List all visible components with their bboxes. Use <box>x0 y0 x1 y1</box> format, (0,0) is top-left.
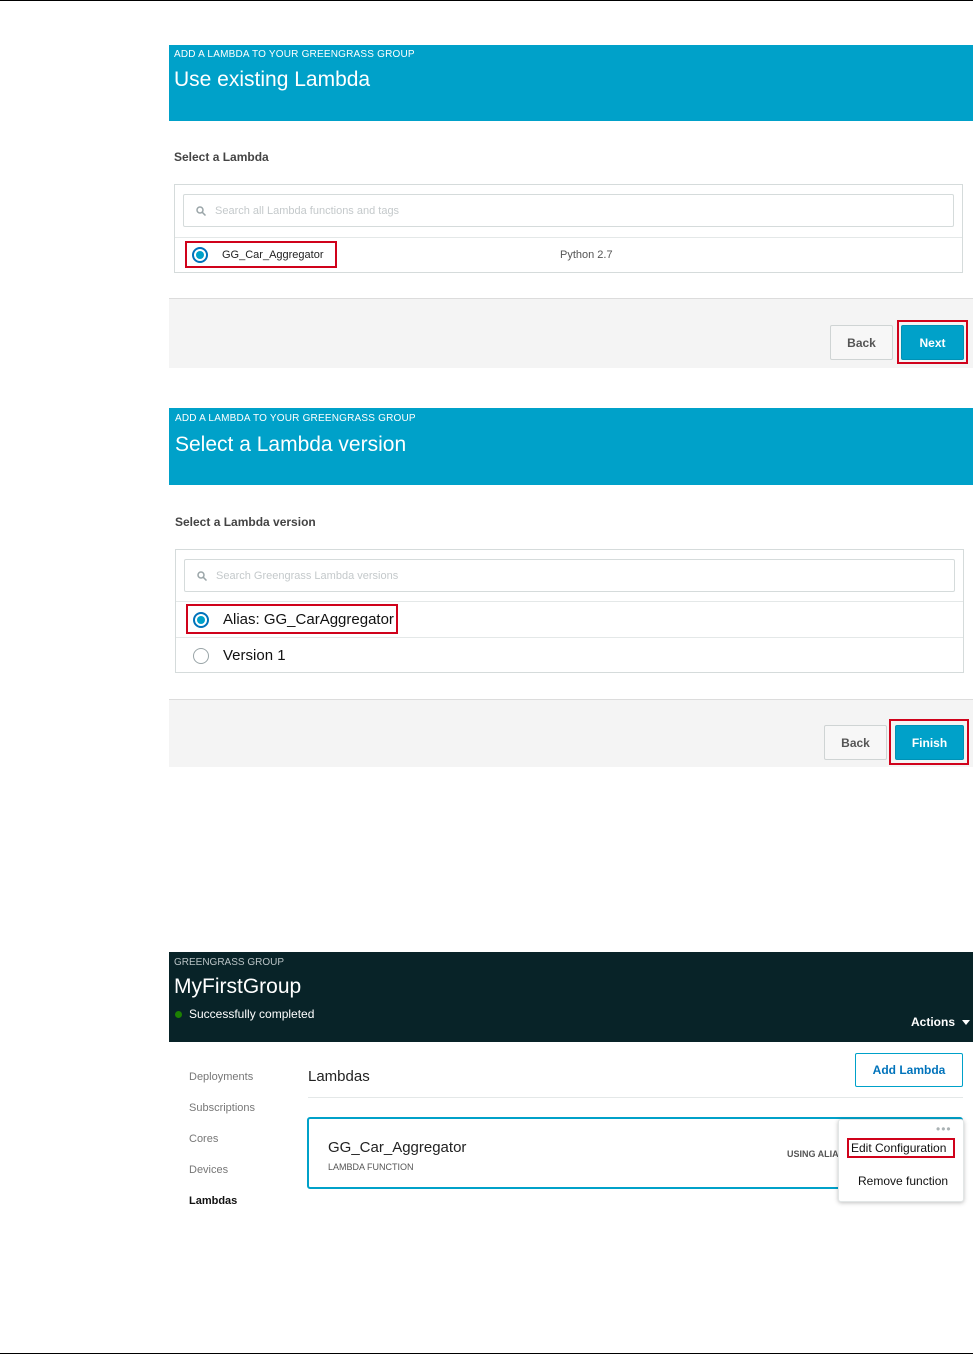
nav-lambdas[interactable]: Lambdas <box>189 1195 237 1207</box>
highlight-box <box>889 719 969 765</box>
nav-devices[interactable]: Devices <box>189 1164 228 1176</box>
card-using-alias: USING ALIAS <box>787 1149 839 1159</box>
nav-subscriptions[interactable]: Subscriptions <box>189 1102 255 1114</box>
version-name: Version 1 <box>223 647 286 664</box>
step2-search-input[interactable]: Search Greengrass Lambda versions <box>184 559 955 592</box>
step2-search-placeholder: Search Greengrass Lambda versions <box>216 570 399 582</box>
card-type: LAMBDA FUNCTION <box>328 1162 414 1172</box>
step1-title: Use existing Lambda <box>174 68 371 91</box>
step2-section-label: Select a Lambda version <box>175 515 316 529</box>
group-kicker: GREENGRASS GROUP <box>174 957 285 968</box>
nav-cores[interactable]: Cores <box>189 1133 218 1145</box>
search-icon <box>197 571 207 581</box>
add-lambda-button[interactable]: Add Lambda <box>855 1053 963 1087</box>
card-name: GG_Car_Aggregator <box>328 1139 467 1156</box>
bottom-rule <box>0 1353 973 1354</box>
step2-header: ADD A LAMBDA TO YOUR GREENGRASS GROUP Se… <box>169 408 973 485</box>
group-header: GREENGRASS GROUP MyFirstGroup Successful… <box>169 952 973 1042</box>
step2-kicker: ADD A LAMBDA TO YOUR GREENGRASS GROUP <box>175 413 416 424</box>
top-rule <box>0 0 973 1</box>
radio-unselected[interactable] <box>193 648 209 664</box>
back-button[interactable]: Back <box>824 725 887 760</box>
highlight-box <box>186 604 398 634</box>
search-icon <box>196 206 206 216</box>
back-button[interactable]: Back <box>830 325 893 360</box>
caret-down-icon <box>962 1020 971 1026</box>
remove-function-item[interactable]: Remove function <box>858 1174 948 1188</box>
step1-kicker: ADD A LAMBDA TO YOUR GREENGRASS GROUP <box>174 49 415 60</box>
actions-button[interactable]: Actions <box>911 1015 971 1029</box>
step1-header: ADD A LAMBDA TO YOUR GREENGRASS GROUP Us… <box>169 45 973 121</box>
step2-title: Select a Lambda version <box>175 433 407 456</box>
step1-search-input[interactable]: Search all Lambda functions and tags <box>183 194 954 227</box>
step1-section-label: Select a Lambda <box>174 150 269 164</box>
section-title: Lambdas <box>308 1068 370 1085</box>
list-item[interactable]: Version 1 <box>176 637 963 673</box>
highlight-box <box>847 1138 955 1158</box>
highlight-box <box>897 320 968 364</box>
lambda-runtime: Python 2.7 <box>560 249 613 261</box>
highlight-box <box>185 241 337 268</box>
status-dot <box>175 1011 182 1018</box>
step1-search-placeholder: Search all Lambda functions and tags <box>215 205 400 217</box>
status-text: Successfully completed <box>189 1007 315 1021</box>
actions-label: Actions <box>911 1015 956 1029</box>
group-title: MyFirstGroup <box>174 975 302 998</box>
divider <box>308 1097 963 1098</box>
card-menu: ••• Edit Configuration Remove function <box>838 1119 964 1202</box>
nav-deployments[interactable]: Deployments <box>189 1071 253 1083</box>
more-icon[interactable]: ••• <box>936 1123 952 1135</box>
